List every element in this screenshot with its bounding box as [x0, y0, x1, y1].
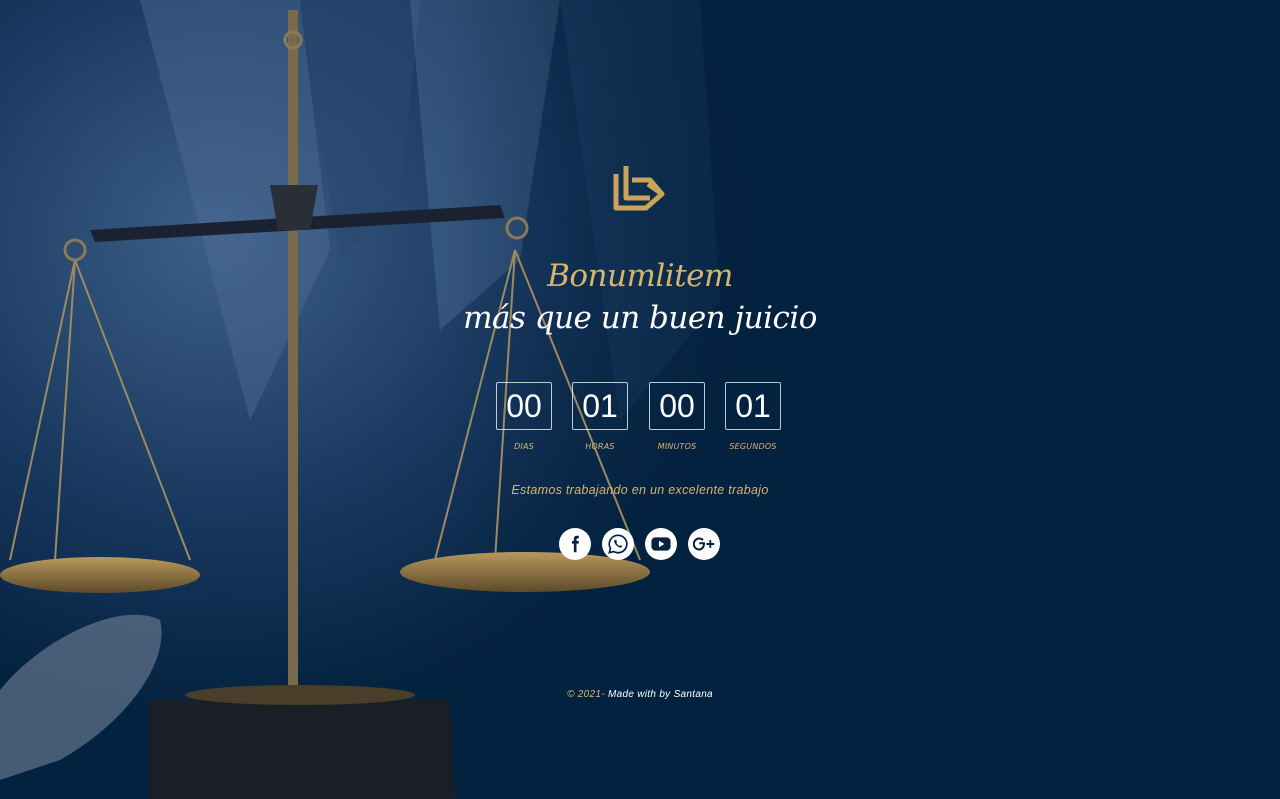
countdown-minutes-label: MINUTOS [657, 442, 697, 451]
footer-credit: Made with by Santana [604, 689, 713, 700]
brand-name: Bonumlitem [547, 258, 733, 294]
whatsapp-link[interactable] [602, 528, 634, 560]
youtube-link[interactable] [645, 528, 677, 560]
footer-year: © 2021- [567, 689, 605, 700]
coming-soon-panel: Bonumlitem más que un buen juicio 00 DIA… [0, 0, 1280, 799]
countdown-hours-value: 01 [572, 382, 628, 430]
countdown: 00 DIAS 01 HORAS 00 MINUTOS 01 SEGUNDOS [496, 382, 781, 462]
countdown-seconds-value: 01 [725, 382, 781, 430]
countdown-seconds-label: SEGUNDOS [729, 442, 777, 451]
countdown-minutes: 00 MINUTOS [649, 382, 705, 462]
social-links [559, 528, 729, 560]
google-plus-icon [693, 537, 715, 551]
countdown-days-value: 00 [496, 382, 552, 430]
countdown-minutes-value: 00 [649, 382, 705, 430]
countdown-seconds: 01 SEGUNDOS [725, 382, 781, 462]
countdown-days: 00 DIAS [496, 382, 552, 462]
countdown-days-label: DIAS [514, 442, 534, 451]
status-message: Estamos trabajando en un excelente traba… [511, 483, 769, 497]
bonumlitem-logo-icon [610, 160, 670, 224]
facebook-icon [572, 535, 579, 553]
footer: © 2021- Made with by Santana [0, 689, 1280, 700]
youtube-icon [651, 537, 671, 551]
countdown-hours: 01 HORAS [572, 382, 628, 462]
facebook-link[interactable] [559, 528, 591, 560]
google-plus-link[interactable] [688, 528, 720, 560]
brand-tagline: más que un buen juicio [463, 300, 817, 336]
whatsapp-icon [608, 534, 628, 554]
countdown-hours-label: HORAS [585, 442, 615, 451]
